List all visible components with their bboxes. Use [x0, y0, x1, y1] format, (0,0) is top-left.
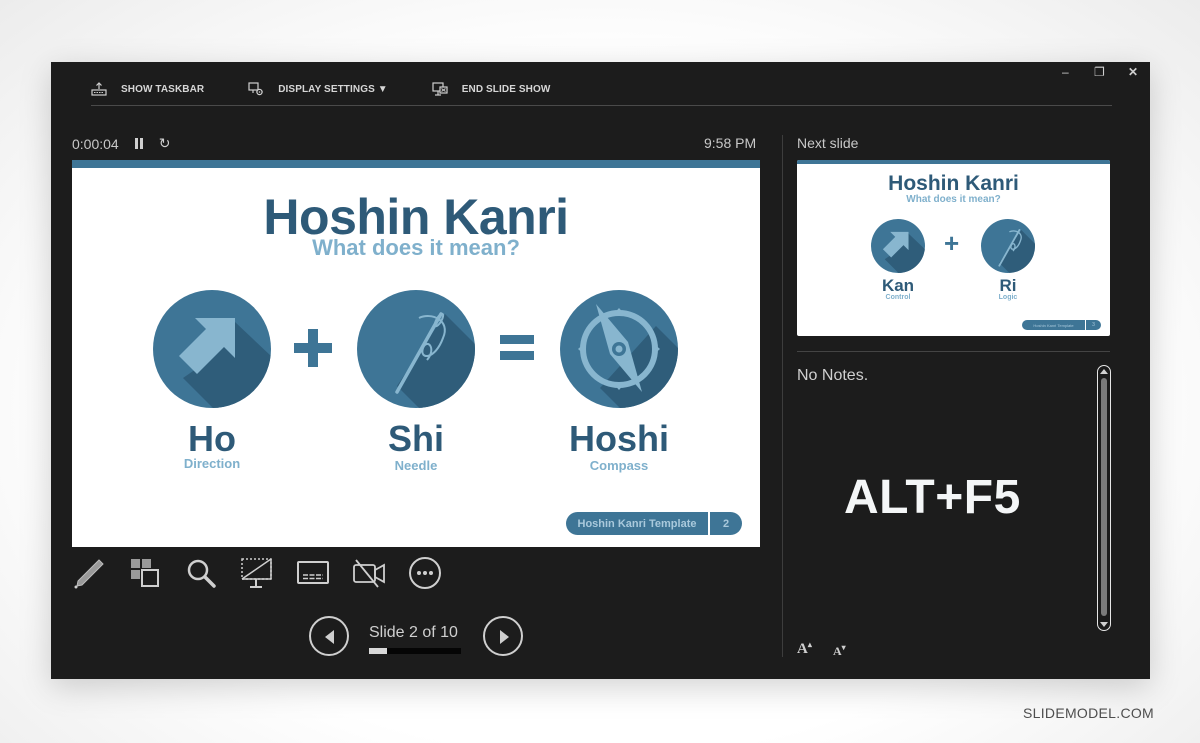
magnifier-icon [187, 559, 216, 588]
triangle-left-icon [325, 630, 334, 644]
minimize-button[interactable]: – [1062, 65, 1069, 79]
thumb-plus-operator: + [944, 228, 960, 258]
presenter-tools [72, 556, 464, 590]
font-increase-icon: A [797, 641, 808, 657]
font-decrease-icon: A [833, 644, 842, 658]
next-slide-label: Next slide [797, 135, 859, 151]
scrollbar-thumb[interactable] [1101, 378, 1107, 616]
term-ho: Ho [188, 418, 236, 459]
thumb-term-kan: Kan [881, 276, 915, 295]
thumb-meaning-logic: Logic [998, 294, 1018, 301]
thumb-meaning-control: Control [885, 294, 911, 301]
end-slide-show-label: END SLIDE SHOW [461, 83, 551, 95]
pen-tool-button[interactable] [72, 556, 106, 590]
pane-splitter[interactable] [782, 135, 783, 657]
shortcut-overlay-text: ALT+F5 [844, 471, 1021, 524]
thumb-title: Hoshin Kanri [888, 172, 1019, 195]
watermark: SLIDEMODEL.COM [1023, 705, 1154, 721]
slide-footer: Hoshin Kanri Template 2 [566, 512, 742, 535]
restore-button[interactable]: ❐ [1094, 65, 1105, 79]
scroll-up-arrow-icon[interactable] [1100, 369, 1108, 374]
ellipsis-icon [409, 557, 441, 589]
slides-grid-icon [131, 559, 159, 587]
previous-slide-button[interactable] [309, 616, 349, 656]
see-all-slides-button[interactable] [128, 556, 162, 590]
timer-row: 0:00:04 ↻ [72, 135, 170, 152]
next-slide-preview[interactable]: Hoshin Kanri What does it mean? + Kan Co… [797, 160, 1110, 336]
footer-page-number: 2 [710, 512, 742, 535]
arrow-icon [153, 290, 271, 408]
black-screen-button[interactable] [240, 556, 274, 590]
decrease-font-button[interactable]: A▾ [833, 643, 846, 659]
thumb-term-ri: Ri [999, 276, 1017, 295]
toolbar-divider [91, 105, 1112, 106]
plus-operator [294, 329, 332, 367]
presenter-view-window: – ❐ ✕ SHOW TASKBAR DISPLAY SETTINGS ▼ EN… [51, 62, 1150, 679]
scroll-down-arrow-icon[interactable] [1100, 622, 1108, 627]
pen-icon [74, 559, 104, 589]
compass-icon [560, 290, 678, 408]
display-settings-label: DISPLAY SETTINGS ▼ [278, 83, 388, 95]
notes-divider [797, 351, 1110, 352]
show-taskbar-button[interactable]: SHOW TASKBAR [91, 82, 204, 96]
current-slide[interactable]: Hoshin Kanri What does it mean? Ho Direc… [72, 160, 760, 547]
slide-progress-fill [369, 648, 388, 654]
equals-operator [500, 335, 534, 360]
end-slideshow-icon [432, 82, 448, 96]
subtitles-icon [297, 561, 329, 584]
end-slide-show-button[interactable]: END SLIDE SHOW [432, 82, 551, 96]
notes-scrollbar[interactable] [1097, 365, 1111, 631]
meaning-needle: Needle [394, 458, 438, 473]
subtitles-button[interactable] [296, 556, 330, 590]
slide-progress-bar [369, 648, 461, 654]
thumb-top-bar [797, 160, 1110, 164]
zoom-slide-button[interactable] [184, 556, 218, 590]
thumb-footer-page: 3 [1086, 320, 1101, 330]
display-settings-button[interactable]: DISPLAY SETTINGS ▼ [248, 82, 388, 96]
slide-subtitle: What does it mean? [312, 235, 520, 260]
current-time: 9:58 PM [704, 135, 757, 151]
taskbar-icon [91, 82, 107, 96]
increase-font-button[interactable]: A▴ [797, 640, 812, 658]
needle-icon [981, 219, 1035, 273]
speaker-notes[interactable]: No Notes. [797, 367, 868, 385]
arrow-icon [871, 219, 925, 273]
slide-counter[interactable]: Slide 2 of 10 [369, 624, 458, 642]
needle-icon [357, 290, 475, 408]
triangle-right-icon [500, 630, 509, 644]
slide-navigation: Slide 2 of 10 [309, 615, 523, 657]
term-shi: Shi [387, 418, 444, 459]
elapsed-timer: 0:00:04 [72, 135, 119, 152]
thumb-footer: Hoshin Kanri Template 3 [1022, 320, 1101, 330]
more-options-button[interactable] [408, 556, 442, 590]
term-hoshi: Hoshi [568, 418, 669, 459]
footer-label: Hoshin Kanri Template [566, 512, 708, 535]
camera-toggle-button[interactable] [352, 556, 386, 590]
next-slide-button[interactable] [483, 616, 523, 656]
meaning-compass: Compass [589, 458, 649, 473]
presenter-toolbar: SHOW TASKBAR DISPLAY SETTINGS ▼ END SLID… [91, 79, 594, 99]
close-button[interactable]: ✕ [1128, 65, 1138, 79]
show-taskbar-label: SHOW TASKBAR [121, 83, 205, 95]
thumb-subtitle: What does it mean? [906, 194, 1001, 205]
black-screen-icon [241, 558, 272, 588]
meaning-direction: Direction [183, 456, 241, 471]
thumb-footer-label: Hoshin Kanri Template [1022, 320, 1085, 330]
reset-timer-button[interactable]: ↻ [159, 135, 171, 152]
pause-timer-button[interactable] [134, 137, 145, 150]
slide-top-bar [72, 160, 760, 168]
display-settings-icon [248, 82, 264, 96]
camera-off-icon [353, 559, 385, 588]
